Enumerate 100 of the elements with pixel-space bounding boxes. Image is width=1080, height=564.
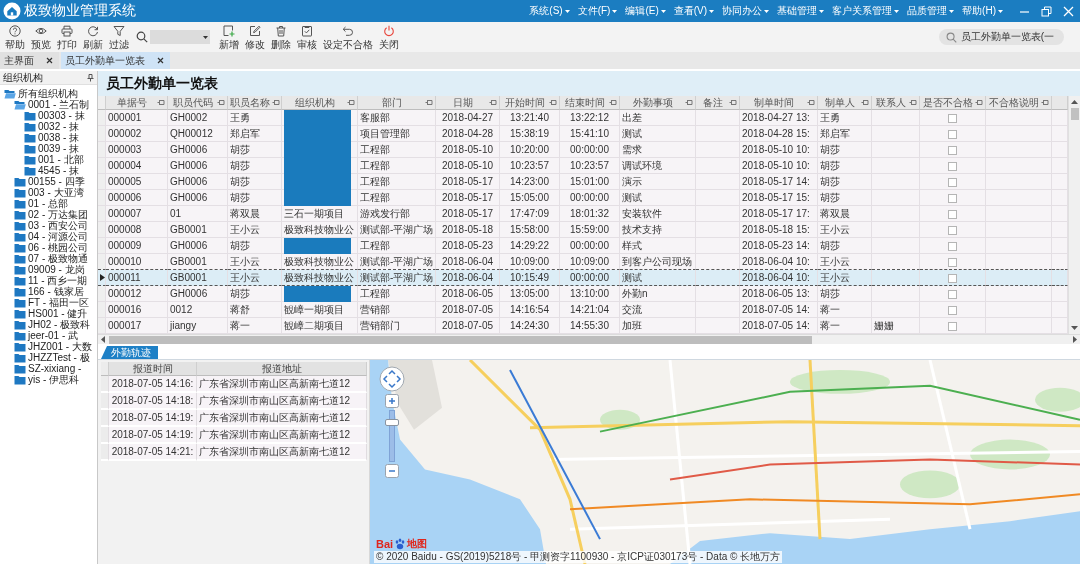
tab[interactable]: 员工外勤单一览表: [61, 52, 170, 69]
close-icon[interactable]: [157, 57, 164, 64]
tree-item[interactable]: 所有组织机构: [4, 88, 78, 99]
tree-item[interactable]: SZ-xixiang -: [14, 363, 82, 374]
checkbox[interactable]: [948, 193, 957, 203]
tree-item[interactable]: 04 - 河源公司: [14, 231, 88, 242]
tree-item[interactable]: 07 - 极致物通: [14, 253, 88, 264]
tree-item[interactable]: JHZZTest - 极: [14, 352, 90, 363]
plus-icon[interactable]: [385, 394, 399, 408]
table-row[interactable]: 000002 QH00012 郑启军 项目管理部 2018-04-28 15:38:19 15:41:10 测试 2018-04-28 15: 郑启军: [98, 126, 1068, 142]
arrow-down-icon[interactable]: [1071, 326, 1078, 330]
menu-item[interactable]: 基础管理: [777, 5, 825, 17]
scrollbar-thumb[interactable]: [1070, 108, 1079, 120]
slider-thumb[interactable]: [385, 419, 399, 426]
table-row[interactable]: 000004 GH0006 胡莎 工程部 2018-05-10 10:23:57 10:23:57 调试环境 2018-05-10 10: 胡莎: [98, 158, 1068, 174]
tab[interactable]: 外勤轨迹: [101, 346, 158, 359]
refresh-button[interactable]: 刷新: [80, 23, 106, 51]
help-button[interactable]: 帮助: [2, 23, 28, 51]
checkbox[interactable]: [948, 129, 957, 139]
tree-item[interactable]: 4545 - 抹: [24, 165, 80, 176]
tree-item[interactable]: 001 - 北部: [24, 154, 84, 165]
review-button[interactable]: 审核: [294, 23, 320, 51]
column-header[interactable]: 日期: [436, 96, 500, 110]
tree-item[interactable]: 11 - 西乡一期: [14, 275, 88, 286]
column-header[interactable]: 不合格说明: [986, 96, 1052, 110]
column-header[interactable]: 开始时间: [500, 96, 560, 110]
column-header[interactable]: 联系人: [872, 96, 920, 110]
tree-item[interactable]: yis - 伊思科: [14, 374, 80, 385]
tree-item[interactable]: 06 - 桃园公司: [14, 242, 88, 253]
tree-item[interactable]: 00155 - 四季: [14, 176, 85, 187]
four-arrows-icon[interactable]: [379, 366, 405, 392]
tree-item[interactable]: JHZ001 - 大数: [14, 341, 92, 352]
tree-item[interactable]: 02 - 万达集团: [14, 209, 88, 220]
close-button[interactable]: 关闭: [376, 23, 402, 51]
mark-unqualified-button[interactable]: 设定不合格: [320, 23, 376, 51]
menu-item[interactable]: 查看(V): [673, 5, 715, 17]
tree-item[interactable]: 0001 - 兰石制: [14, 99, 90, 110]
checkbox[interactable]: [948, 321, 957, 331]
table-row[interactable]: 000011 GB0001 王小云 极致科技物业公 测试部-平湖广场 2018-06-04 10:15:49 00:00:00 测试 2018-06-04 10: 王小云: [98, 270, 1068, 286]
menu-item[interactable]: 文件(F): [577, 5, 618, 17]
menu-item[interactable]: 系统(S): [529, 5, 570, 17]
menu-item[interactable]: 帮助(H): [962, 5, 1003, 17]
checkbox[interactable]: [948, 241, 957, 251]
tree-item[interactable]: HS001 - 健升: [14, 308, 88, 319]
checkbox[interactable]: [948, 161, 957, 171]
checkbox[interactable]: [948, 145, 957, 155]
column-header[interactable]: 报道地址: [197, 362, 367, 376]
restore-icon[interactable]: [1041, 5, 1052, 17]
column-header[interactable]: 是否不合格: [920, 96, 986, 110]
column-header[interactable]: 职员代码: [168, 96, 228, 110]
menu-item[interactable]: 品质管理: [907, 5, 955, 17]
checkbox[interactable]: [948, 305, 957, 315]
column-header[interactable]: 结束时间: [560, 96, 620, 110]
menu-item[interactable]: 编辑(E): [625, 5, 666, 17]
vertical-scrollbar[interactable]: [1068, 96, 1080, 334]
tree-item[interactable]: 003 - 大亚湾: [14, 187, 84, 198]
print-button[interactable]: 打印: [54, 23, 80, 51]
column-header[interactable]: 职员名称: [228, 96, 282, 110]
table-row[interactable]: 000006 GH0006 胡莎 工程部 2018-05-17 15:05:00 00:00:00 测试 2018-05-17 15: 胡莎: [98, 190, 1068, 206]
scrollbar-thumb[interactable]: [109, 335, 812, 344]
table-row[interactable]: 000007 01 蒋双晨 三石一期项目 游戏发行部 2018-05-17 17:47:09 18:01:32 安装软件 2018-05-17 17: 蒋双晨: [98, 206, 1068, 222]
map-drawing[interactable]: [370, 360, 1080, 564]
search-field[interactable]: 员工外勤单一览表(一: [938, 29, 1064, 45]
column-header[interactable]: 制单时间: [740, 96, 818, 110]
table-row[interactable]: 000012 GH0006 胡莎 工程部 2018-06-05 13:05:00 13:10:00 外勤n 2018-06-05 13: 胡莎: [98, 286, 1068, 302]
checkbox[interactable]: [948, 273, 957, 283]
tab[interactable]: 主界面: [0, 52, 59, 69]
checkbox[interactable]: [948, 289, 957, 299]
checkbox[interactable]: [948, 177, 957, 187]
tree-item[interactable]: 09009 - 龙岗: [14, 264, 85, 275]
table-row[interactable]: 000016 0012 蒋舒 観嶂一期项目 营销部 2018-07-05 14:16:54 14:21:04 交流 2018-07-05 14: 蒋一: [98, 302, 1068, 318]
column-header[interactable]: 备注: [696, 96, 740, 110]
close-icon[interactable]: [46, 57, 53, 64]
column-header[interactable]: 单据号: [106, 96, 168, 110]
checkbox[interactable]: [948, 257, 957, 267]
arrow-up-icon[interactable]: [1071, 100, 1078, 104]
tree-item[interactable]: 03 - 西安公司: [14, 220, 88, 231]
tree-item[interactable]: JH02 - 极致科: [14, 319, 91, 330]
table-row[interactable]: 000001 GH0002 王勇 客服部 2018-04-27 13:21:40 13:22:12 出差 2018-04-27 13: 王勇: [98, 110, 1068, 126]
horizontal-scrollbar[interactable]: [98, 334, 1080, 344]
column-header[interactable]: 外勤事项: [620, 96, 696, 110]
menu-item[interactable]: 协同办公: [722, 5, 770, 17]
table-row[interactable]: 000005 GH0006 胡莎 工程部 2018-05-17 14:23:00 15:01:00 演示 2018-05-17 14: 胡莎: [98, 174, 1068, 190]
column-header[interactable]: 部门: [358, 96, 436, 110]
column-header[interactable]: 组织机构: [282, 96, 358, 110]
preview-button[interactable]: 预览: [28, 23, 54, 51]
delete-button[interactable]: 删除: [268, 23, 294, 51]
tree-item[interactable]: 0039 - 抹: [24, 143, 80, 154]
tree-item[interactable]: 0038 - 抹: [24, 132, 80, 143]
tree-item[interactable]: jeer-01 - 武: [14, 330, 78, 341]
tree-item[interactable]: 01 - 总部: [14, 198, 68, 209]
menu-item[interactable]: 客户关系管理: [832, 5, 900, 17]
tree-item[interactable]: FT - 福田一区: [14, 297, 89, 308]
arrow-right-icon[interactable]: [1073, 336, 1077, 343]
arrow-left-icon[interactable]: [101, 336, 105, 343]
column-header[interactable]: 制单人: [818, 96, 872, 110]
tree-item[interactable]: 166 - 钱家居: [14, 286, 84, 297]
checkbox[interactable]: [948, 225, 957, 235]
table-row[interactable]: 000003 GH0006 胡莎 工程部 2018-05-10 10:20:00 00:00:00 需求 2018-05-10 10: 胡莎: [98, 142, 1068, 158]
checkbox[interactable]: [948, 209, 957, 219]
